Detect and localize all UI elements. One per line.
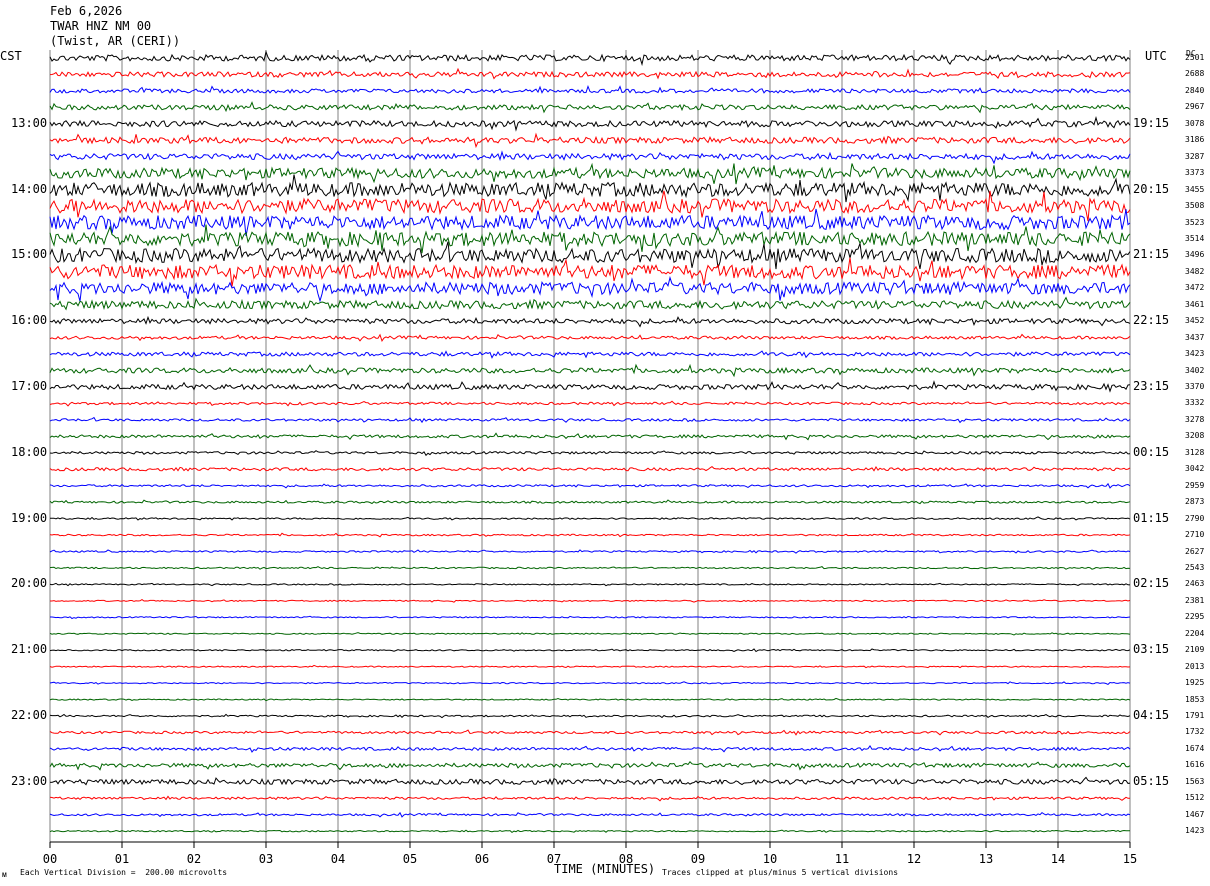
x-tick-label-11: 11 (834, 852, 850, 866)
x-tick-label-01: 01 (114, 852, 130, 866)
trace-41 (49, 729, 1131, 736)
trace-47 (49, 829, 1131, 834)
trace-3 (49, 101, 1131, 114)
trace-25 (49, 465, 1131, 472)
trace-11 (49, 224, 1131, 254)
trace-39 (49, 697, 1131, 702)
trace-44 (49, 776, 1131, 786)
trace-17 (49, 333, 1131, 343)
trace-32 (49, 582, 1131, 587)
trace-16 (49, 315, 1131, 328)
trace-38 (49, 681, 1131, 685)
trace-23 (49, 432, 1131, 441)
trace-5 (49, 132, 1131, 149)
trace-30 (49, 549, 1131, 554)
x-axis (49, 841, 1131, 848)
trace-36 (49, 648, 1131, 653)
trace-1 (49, 67, 1131, 80)
trace-14 (49, 275, 1131, 303)
trace-15 (49, 296, 1131, 311)
trace-18 (49, 350, 1131, 359)
x-tick-label-15: 15 (1122, 852, 1138, 866)
x-tick-label-05: 05 (402, 852, 418, 866)
x-tick-label-12: 12 (906, 852, 922, 866)
seismic-traces (49, 50, 1131, 834)
trace-20 (49, 380, 1131, 393)
x-axis-title: TIME (MINUTES) (554, 862, 656, 876)
trace-2 (49, 85, 1131, 94)
x-tick-label-00: 00 (42, 852, 58, 866)
x-tick-label-04: 04 (330, 852, 346, 866)
trace-31 (49, 566, 1131, 570)
trace-8 (49, 174, 1131, 203)
trace-19 (49, 363, 1131, 378)
trace-7 (49, 162, 1131, 185)
x-tick-label-13: 13 (978, 852, 994, 866)
trace-34 (50, 615, 1131, 620)
trace-42 (49, 744, 1131, 753)
x-tick-label-09: 09 (690, 852, 706, 866)
trace-6 (49, 150, 1131, 165)
x-tick-label-14: 14 (1050, 852, 1066, 866)
scale-note: Each Vertical Division = 200.00 microvol… (20, 868, 228, 877)
trace-46 (49, 811, 1131, 818)
trace-22 (49, 416, 1131, 424)
trace-12 (49, 241, 1131, 270)
x-tick-label-10: 10 (762, 852, 778, 866)
x-tick-label-03: 03 (258, 852, 274, 866)
trace-33 (50, 599, 1131, 603)
trace-26 (49, 482, 1131, 489)
clip-note: Traces clipped at plus/minus 5 vertical … (662, 868, 899, 877)
trace-35 (49, 632, 1131, 636)
x-tick-label-06: 06 (474, 852, 490, 866)
trace-45 (49, 795, 1131, 802)
trace-10 (49, 208, 1131, 236)
trace-27 (49, 499, 1131, 505)
trace-29 (49, 532, 1131, 538)
trace-9 (49, 190, 1131, 222)
trace-0 (49, 50, 1131, 67)
trace-40 (49, 713, 1131, 719)
trace-21 (49, 400, 1130, 407)
trace-28 (49, 516, 1131, 521)
footer-mark: ᴍ (2, 870, 7, 879)
x-tick-label-02: 02 (186, 852, 202, 866)
trace-4 (49, 116, 1131, 132)
trace-24 (49, 450, 1131, 457)
trace-13 (49, 257, 1131, 287)
helicorder-plot (49, 50, 1131, 848)
trace-43 (49, 761, 1131, 771)
trace-37 (49, 664, 1131, 669)
